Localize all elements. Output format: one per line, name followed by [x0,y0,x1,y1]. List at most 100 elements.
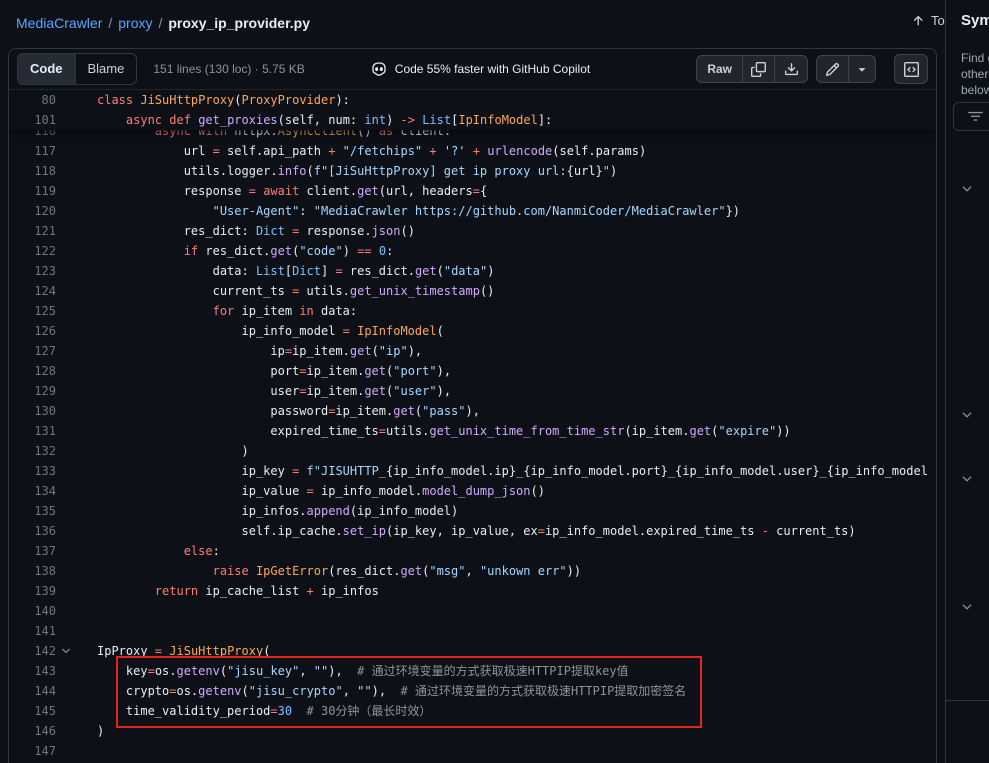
breadcrumb: MediaCrawler / proxy / proxy_ip_provider… [0,0,945,46]
code-text [76,601,97,621]
fold-gutter [56,561,76,581]
code-line: 126 ip_info_model = IpInfoModel( [9,321,936,341]
line-number[interactable]: 138 [9,561,56,581]
symbols-panel-title: Symbols [961,12,989,29]
line-number[interactable]: 124 [9,281,56,301]
symbols-panel-toggle-button[interactable] [894,54,928,84]
line-number[interactable]: 146 [9,721,56,741]
code-line: 132 ) [9,441,936,461]
fold-gutter [56,201,76,221]
download-raw-button[interactable] [775,56,807,82]
edit-dropdown-button[interactable] [849,56,875,82]
code-text: expired_time_ts=utils.get_unix_time_from… [76,421,791,441]
breadcrumb-repo-link[interactable]: MediaCrawler [16,15,102,31]
line-number[interactable]: 131 [9,421,56,441]
line-number[interactable]: 136 [9,521,56,541]
fold-gutter [56,421,76,441]
code-line: 80class JiSuHttpProxy(ProxyProvider): [9,90,936,110]
chevron-down-icon[interactable] [960,182,976,198]
fold-collapse-icon[interactable] [56,641,76,661]
fold-gutter [56,441,76,461]
code-text: crypto=os.getenv("jisu_crypto", ""), # 通… [76,681,686,701]
chevron-down-icon[interactable] [960,600,976,616]
code-line: 101 async def get_proxies(self, num: int… [9,110,936,130]
code-line: 139 return ip_cache_list + ip_infos [9,581,936,601]
code-text: self.ip_cache.set_ip(ip_key, ip_value, e… [76,521,856,541]
fold-gutter [56,721,76,741]
line-number[interactable]: 130 [9,401,56,421]
code-line: 136 self.ip_cache.set_ip(ip_key, ip_valu… [9,521,936,541]
line-number[interactable]: 141 [9,621,56,641]
raw-button[interactable]: Raw [697,56,743,82]
fold-gutter [56,501,76,521]
fold-gutter [56,521,76,541]
code-text: password=ip_item.get("pass"), [76,401,480,421]
code-text: IpProxy = JiSuHttpProxy( [76,641,270,661]
tab-code[interactable]: Code [18,54,76,84]
line-number[interactable]: 133 [9,461,56,481]
tab-blame[interactable]: Blame [76,54,137,84]
code-line: 144 crypto=os.getenv("jisu_crypto", ""),… [9,681,936,701]
fold-gutter [56,341,76,361]
copilot-banner[interactable]: Code 55% faster with GitHub Copilot [371,61,590,77]
code-text: else: [76,541,220,561]
code-text: user=ip_item.get("user"), [76,381,451,401]
fold-gutter [56,90,76,110]
line-number[interactable]: 129 [9,381,56,401]
fold-gutter [56,281,76,301]
chevron-down-icon[interactable] [960,472,976,488]
code-line: 122 if res_dict.get("code") == 0: [9,241,936,261]
line-number[interactable]: 125 [9,301,56,321]
code-line: 128 port=ip_item.get("port"), [9,361,936,381]
line-number[interactable]: 143 [9,661,56,681]
line-number[interactable]: 123 [9,261,56,281]
page: MediaCrawler / proxy / proxy_ip_provider… [0,0,989,763]
fold-gutter [56,701,76,721]
copy-raw-button[interactable] [743,56,775,82]
code-line: 119 response = await client.get(url, hea… [9,181,936,201]
line-number[interactable]: 119 [9,181,56,201]
line-number[interactable]: 80 [9,90,56,110]
edit-file-button[interactable] [817,56,849,82]
code-text: if res_dict.get("code") == 0: [76,241,393,261]
sidebar-divider [946,700,989,701]
line-number[interactable]: 135 [9,501,56,521]
code-line: 130 password=ip_item.get("pass"), [9,401,936,421]
line-number[interactable]: 117 [9,141,56,161]
fold-gutter [56,401,76,421]
line-number[interactable]: 134 [9,481,56,501]
line-number[interactable]: 127 [9,341,56,361]
code-text: ip_value = ip_info_model.model_dump_json… [76,481,545,501]
line-number[interactable]: 144 [9,681,56,701]
code-line: 134 ip_value = ip_info_model.model_dump_… [9,481,936,501]
code-line: 138 raise IpGetError(res_dict.get("msg",… [9,561,936,581]
symbols-filter-input[interactable] [953,102,989,131]
chevron-down-icon[interactable] [960,408,976,424]
line-number[interactable]: 137 [9,541,56,561]
line-number[interactable]: 139 [9,581,56,601]
line-number[interactable]: 101 [9,110,56,130]
fold-gutter [56,741,76,761]
line-number[interactable]: 140 [9,601,56,621]
line-number[interactable]: 132 [9,441,56,461]
fold-gutter [56,381,76,401]
toolbar-actions: Raw [696,54,928,84]
code-text: response = await client.get(url, headers… [76,181,487,201]
line-number[interactable]: 145 [9,701,56,721]
code-text: ip=ip_item.get("ip"), [76,341,422,361]
line-number[interactable]: 126 [9,321,56,341]
file-meta-info: 151 lines (130 loc) · 5.75 KB [153,62,304,76]
code-line: 120 "User-Agent": "MediaCrawler https://… [9,201,936,221]
code-text: time_validity_period=30 # 30分钟（最长时效） [76,701,431,721]
line-number[interactable]: 142 [9,641,56,661]
line-number[interactable]: 147 [9,741,56,761]
breadcrumb-folder-link[interactable]: proxy [118,15,152,31]
code-text [76,621,97,641]
code-text: ip_infos.append(ip_info_model) [76,501,458,521]
line-number[interactable]: 118 [9,161,56,181]
line-number[interactable]: 122 [9,241,56,261]
line-number[interactable]: 120 [9,201,56,221]
line-number[interactable]: 128 [9,361,56,381]
line-number[interactable]: 121 [9,221,56,241]
symbols-panel-description: Find definitions and references for func… [961,50,989,98]
